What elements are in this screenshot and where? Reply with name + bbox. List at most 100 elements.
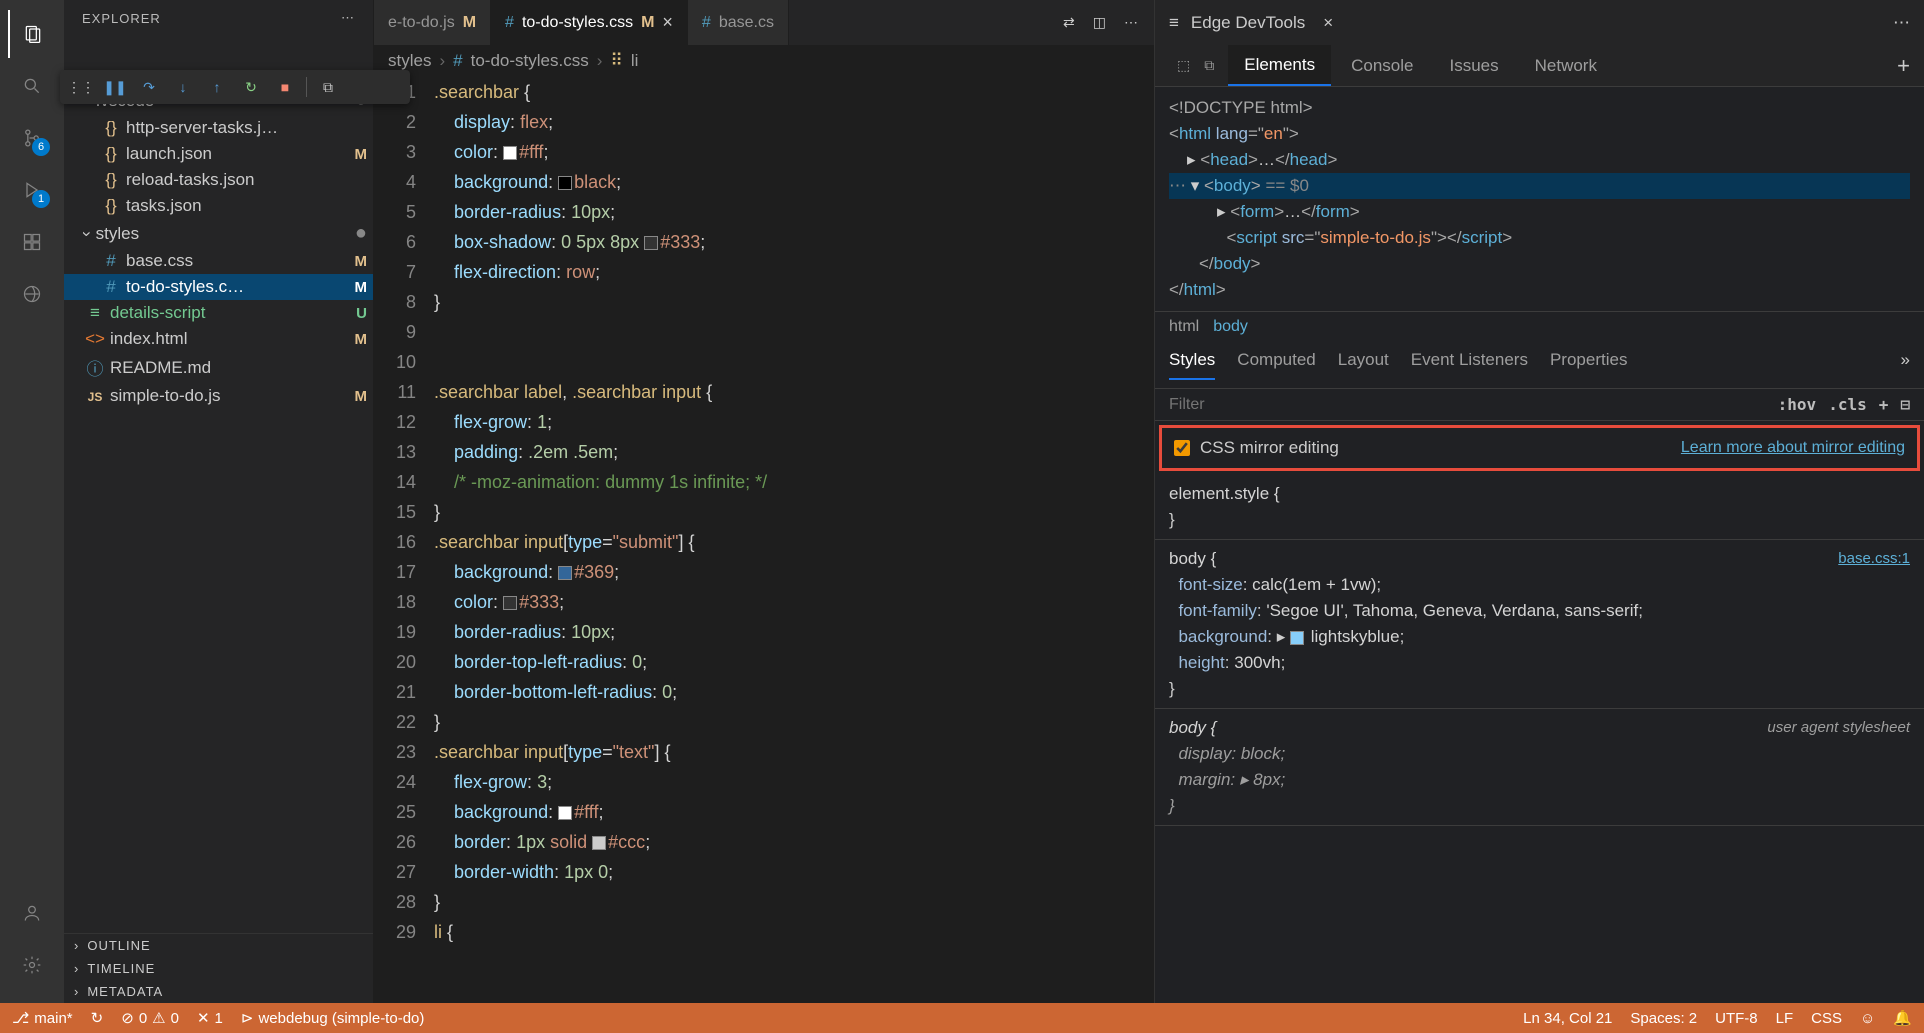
- step-out-icon[interactable]: ↑: [204, 74, 230, 100]
- mirror-learn-link[interactable]: Learn more about mirror editing: [1681, 439, 1905, 457]
- notifications-icon[interactable]: 🔔: [1893, 1009, 1912, 1027]
- selector-icon: ⠿: [610, 51, 622, 71]
- devtools-tabs: ⬚ ⧉ Elements Console Issues Network +: [1155, 45, 1924, 87]
- editor-area: e-to-do.jsM #to-do-styles.cssM× #base.cs…: [374, 0, 1154, 1003]
- eol[interactable]: LF: [1776, 1009, 1794, 1027]
- add-rule-icon[interactable]: +: [1879, 395, 1889, 414]
- file-item[interactable]: {}reload-tasks.json: [64, 167, 373, 193]
- tab-network[interactable]: Network: [1519, 45, 1613, 86]
- filter-input[interactable]: [1169, 396, 1766, 414]
- dom-tree[interactable]: <!DOCTYPE html> <html lang="en"> ▸ <head…: [1155, 87, 1924, 311]
- problems-indicator[interactable]: ⊘0 ⚠0: [121, 1009, 179, 1027]
- mirror-checkbox[interactable]: [1174, 440, 1190, 456]
- devtools-panel: ≡ Edge DevTools × ⋯ ⬚ ⧉ Elements Console…: [1154, 0, 1924, 1003]
- timeline-section[interactable]: TIMELINE: [64, 957, 373, 980]
- outline-section[interactable]: OUTLINE: [64, 934, 373, 957]
- explorer-icon[interactable]: [8, 10, 56, 58]
- code-content[interactable]: .searchbar { display: flex; color: #fff;…: [434, 77, 1154, 1003]
- settings-gear-icon[interactable]: [8, 941, 56, 989]
- tab-file-active[interactable]: #to-do-styles.cssM×: [491, 0, 688, 45]
- debug-badge: 1: [32, 190, 50, 208]
- stop-icon[interactable]: ■: [272, 74, 298, 100]
- tab-properties[interactable]: Properties: [1550, 350, 1627, 380]
- tab-computed[interactable]: Computed: [1237, 350, 1315, 380]
- debug-target[interactable]: ⊳webdebug (simple-to-do): [241, 1009, 425, 1027]
- inspect-icon[interactable]: ⬚: [1177, 57, 1190, 74]
- file-item[interactable]: ⓘREADME.md: [64, 352, 373, 383]
- close-tab-icon[interactable]: ×: [662, 12, 673, 33]
- account-icon[interactable]: [8, 889, 56, 937]
- more-icon[interactable]: ⋯: [1893, 13, 1910, 33]
- css-mirror-box: CSS mirror editing Learn more about mirr…: [1159, 425, 1920, 471]
- file-item[interactable]: ≡details-scriptU: [64, 300, 373, 326]
- extensions-icon[interactable]: [8, 218, 56, 266]
- sync-button[interactable]: ↻: [91, 1009, 104, 1027]
- search-icon[interactable]: [8, 62, 56, 110]
- more-icon[interactable]: ⋯: [1124, 14, 1138, 31]
- git-status: U: [356, 305, 367, 322]
- warning-icon: ⚠: [152, 1009, 165, 1027]
- tools-icon: ✕: [197, 1009, 210, 1027]
- file-item[interactable]: {}launch.jsonM: [64, 141, 373, 167]
- css-icon: #: [100, 277, 122, 297]
- file-item[interactable]: #base.cssM: [64, 248, 373, 274]
- info-icon: ⓘ: [84, 355, 106, 380]
- tab-file[interactable]: e-to-do.jsM: [374, 0, 491, 45]
- file-item[interactable]: <>index.htmlM: [64, 326, 373, 352]
- more-icon[interactable]: »: [1901, 350, 1910, 380]
- screencast-icon[interactable]: ⧉: [315, 74, 341, 100]
- feedback-icon[interactable]: ☺: [1860, 1009, 1875, 1027]
- run-debug-icon[interactable]: 1: [8, 166, 56, 214]
- tab-styles[interactable]: Styles: [1169, 350, 1215, 380]
- indentation[interactable]: Spaces: 2: [1630, 1009, 1697, 1027]
- tab-issues[interactable]: Issues: [1433, 45, 1514, 86]
- edge-icon[interactable]: [8, 270, 56, 318]
- code-editor[interactable]: 1234567891011121314151617181920212223242…: [374, 77, 1154, 1003]
- folder-styles[interactable]: styles●: [64, 219, 373, 248]
- modified-badge: M: [463, 14, 476, 32]
- grip-icon[interactable]: ⋮⋮: [68, 74, 94, 100]
- step-over-icon[interactable]: ↷: [136, 74, 162, 100]
- source-link[interactable]: base.css:1: [1838, 546, 1910, 572]
- git-status: M: [355, 253, 368, 270]
- explorer-more-icon[interactable]: ⋯: [341, 10, 355, 26]
- tab-layout[interactable]: Layout: [1338, 350, 1389, 380]
- file-item[interactable]: {}tasks.json: [64, 193, 373, 219]
- split-icon[interactable]: ◫: [1093, 14, 1106, 31]
- device-icon[interactable]: ⧉: [1204, 57, 1214, 74]
- breadcrumb[interactable]: styles› #to-do-styles.css› ⠿li: [374, 45, 1154, 77]
- json-icon: {}: [100, 196, 122, 216]
- branch-indicator[interactable]: ⎇main*: [12, 1009, 73, 1027]
- tab-elements[interactable]: Elements: [1228, 45, 1331, 86]
- sidebar-sections: OUTLINE TIMELINE METADATA: [64, 933, 373, 1003]
- language-mode[interactable]: CSS: [1811, 1009, 1842, 1027]
- tab-events[interactable]: Event Listeners: [1411, 350, 1528, 380]
- add-tab-icon[interactable]: +: [1897, 53, 1924, 79]
- source-control-icon[interactable]: 6: [8, 114, 56, 162]
- sidebar-toggle-icon[interactable]: ⊟: [1900, 395, 1910, 414]
- explorer-header: EXPLORER ⋯: [64, 0, 373, 36]
- encoding[interactable]: UTF-8: [1715, 1009, 1758, 1027]
- styles-tabs: Styles Computed Layout Event Listeners P…: [1155, 342, 1924, 389]
- ports-indicator[interactable]: ✕1: [197, 1009, 223, 1027]
- file-item[interactable]: {}http-server-tasks.j…: [64, 115, 373, 141]
- modified-dot-icon: ●: [355, 222, 367, 245]
- tab-file[interactable]: #base.cs: [688, 0, 789, 45]
- json-icon: {}: [100, 118, 122, 138]
- tab-console[interactable]: Console: [1335, 45, 1429, 86]
- dom-breadcrumb[interactable]: html body: [1155, 311, 1924, 342]
- hov-button[interactable]: :hov: [1778, 395, 1817, 414]
- metadata-section[interactable]: METADATA: [64, 980, 373, 1003]
- file-item[interactable]: simple-to-do.jsM: [64, 383, 373, 409]
- close-icon[interactable]: ×: [1323, 13, 1333, 33]
- restart-icon[interactable]: ↻: [238, 74, 264, 100]
- devtools-menu-icon[interactable]: ≡: [1169, 13, 1179, 33]
- cursor-position[interactable]: Ln 34, Col 21: [1523, 1009, 1612, 1027]
- css-rules[interactable]: element.style { } base.css:1 body { font…: [1155, 475, 1924, 1003]
- step-into-icon[interactable]: ↓: [170, 74, 196, 100]
- compare-icon[interactable]: ⇄: [1063, 14, 1075, 31]
- file-item-active[interactable]: #to-do-styles.c…M: [64, 274, 373, 300]
- cls-button[interactable]: .cls: [1828, 395, 1867, 414]
- debug-toolbar: ⋮⋮ ❚❚ ↷ ↓ ↑ ↻ ■ ⧉: [60, 70, 410, 104]
- pause-icon[interactable]: ❚❚: [102, 74, 128, 100]
